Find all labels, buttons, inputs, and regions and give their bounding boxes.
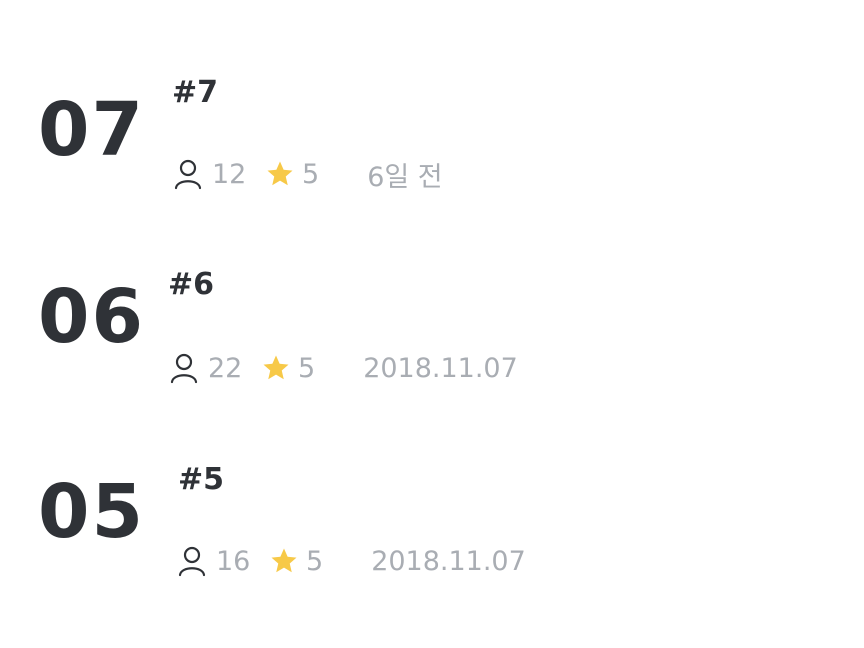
star-icon	[260, 351, 292, 385]
episode-meta: 16 5 2018.11.07	[176, 543, 526, 579]
rating-value: 5	[298, 352, 316, 384]
episode-item-06[interactable]: 06 #6 22 5 2018.11.07	[0, 255, 864, 405]
episode-item-07[interactable]: 07 #7 12 5 6일 전	[0, 60, 864, 210]
episode-item-05[interactable]: 05 #5 16 5 2018.11.07	[0, 450, 864, 600]
episode-title: #7	[172, 75, 219, 110]
episode-date: 2018.11.07	[371, 545, 526, 577]
view-count: 16	[216, 545, 251, 577]
episode-number: 05	[38, 469, 145, 555]
person-icon	[168, 351, 200, 385]
episode-date: 6일 전	[367, 161, 443, 193]
rating-value: 5	[306, 545, 324, 577]
episode-meta: 12 5 6일 전	[172, 156, 443, 193]
person-icon	[172, 157, 204, 191]
view-count: 12	[212, 158, 247, 190]
star-icon	[264, 157, 296, 191]
rating-value: 5	[302, 158, 320, 190]
episode-meta: 22 5 2018.11.07	[168, 350, 518, 386]
person-icon	[176, 544, 208, 578]
episode-date: 2018.11.07	[363, 352, 518, 384]
episode-number: 06	[38, 274, 145, 360]
episode-title: #6	[168, 267, 215, 302]
star-icon	[268, 544, 300, 578]
view-count: 22	[208, 352, 243, 384]
episode-number: 07	[38, 87, 145, 173]
episode-title: #5	[178, 462, 225, 497]
